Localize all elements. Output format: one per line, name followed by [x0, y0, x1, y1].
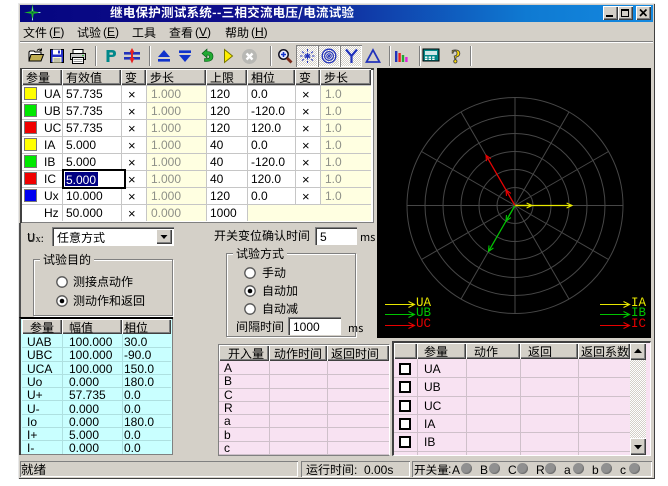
svg-text:?: ?: [451, 48, 461, 64]
